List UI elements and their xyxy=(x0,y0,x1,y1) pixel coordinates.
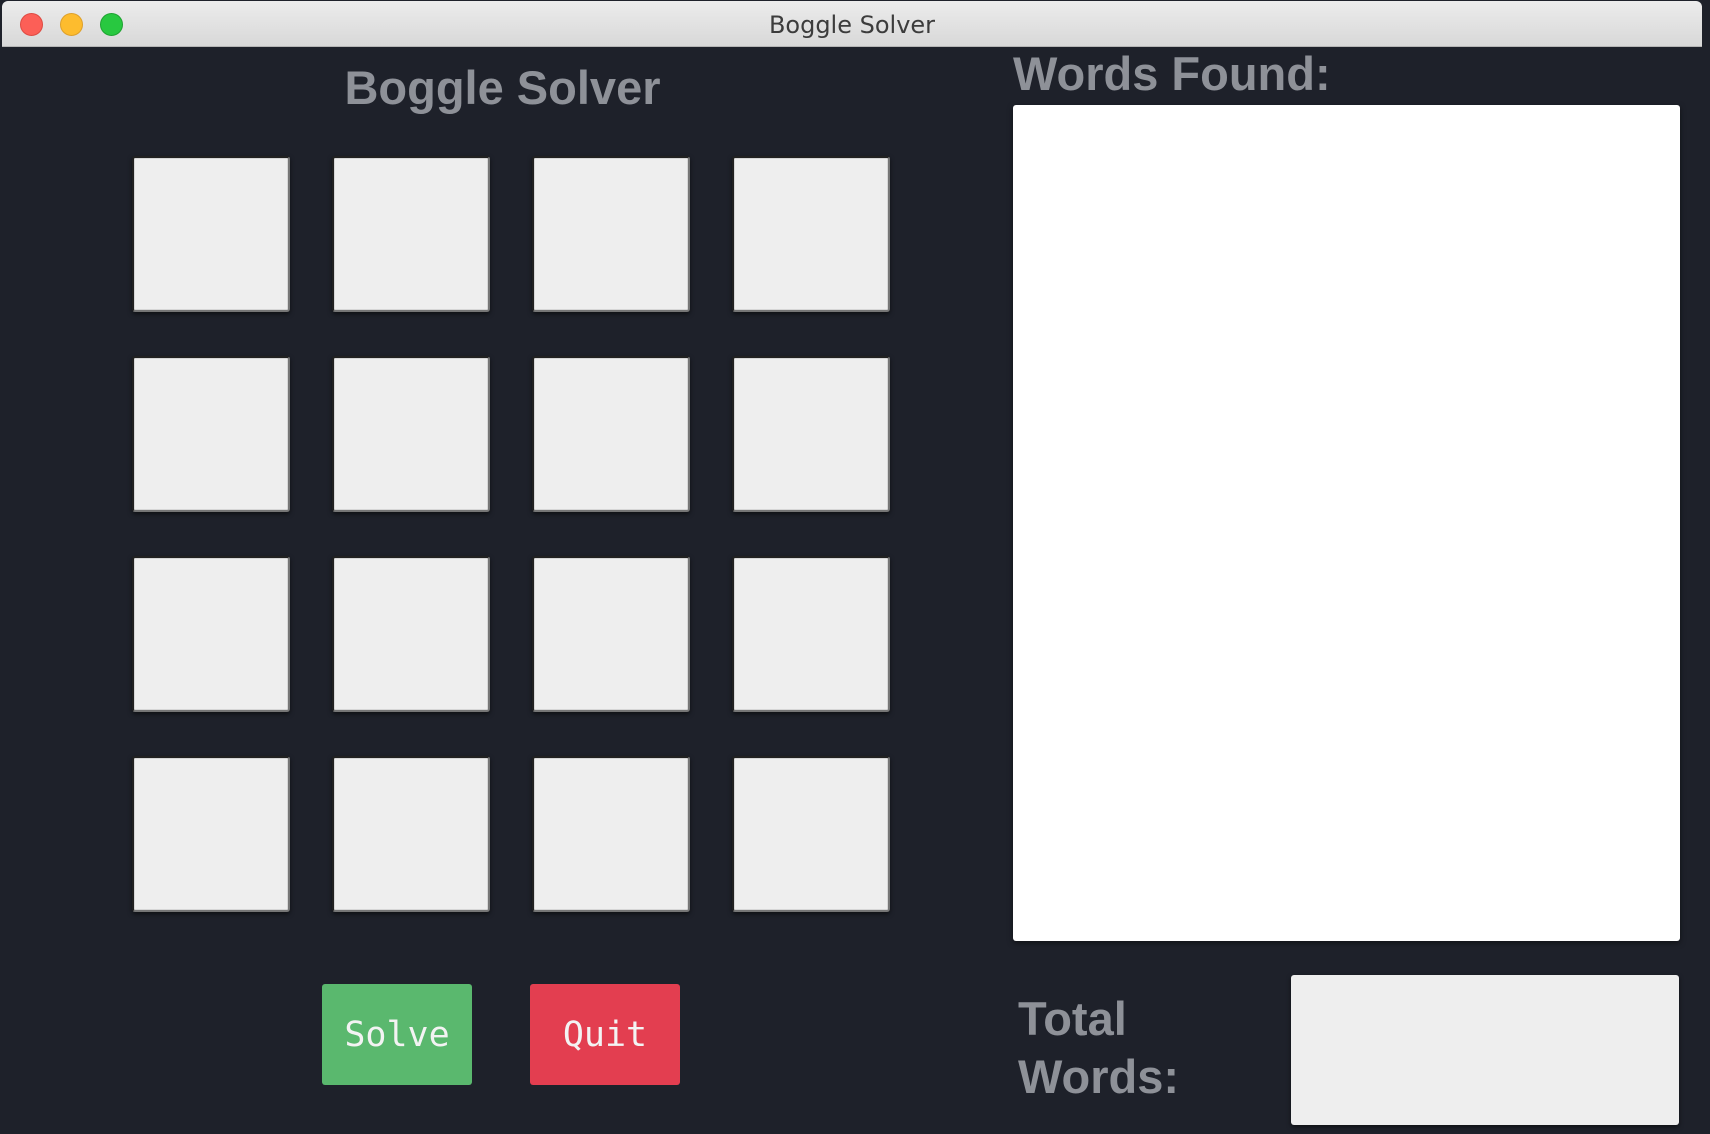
page-title: Boggle Solver xyxy=(344,61,661,114)
board-tile[interactable] xyxy=(132,756,290,912)
board-tile[interactable] xyxy=(732,756,890,912)
words-found-list[interactable] xyxy=(1013,105,1680,941)
board-tile[interactable] xyxy=(132,556,290,712)
board-tile[interactable] xyxy=(332,556,490,712)
board-tile[interactable] xyxy=(732,156,890,312)
window-titlebar: Boggle Solver xyxy=(2,1,1702,47)
board-tile[interactable] xyxy=(332,356,490,512)
window-title: Boggle Solver xyxy=(768,11,936,39)
board-tile[interactable] xyxy=(132,156,290,312)
board-tile[interactable] xyxy=(732,356,890,512)
board-tile[interactable] xyxy=(332,156,490,312)
words-found-label: Words Found: xyxy=(1013,47,1331,100)
board-tile[interactable] xyxy=(532,156,690,312)
solve-button[interactable]: Solve xyxy=(322,984,472,1085)
board-tile[interactable] xyxy=(532,356,690,512)
board-tile[interactable] xyxy=(532,556,690,712)
quit-button[interactable]: Quit xyxy=(530,984,680,1085)
board-tile[interactable] xyxy=(132,356,290,512)
board-tile[interactable] xyxy=(732,556,890,712)
total-words-field xyxy=(1291,975,1679,1125)
board-tile[interactable] xyxy=(532,756,690,912)
app-window: Boggle Solver Boggle Solver Solve Quit W… xyxy=(0,0,1710,1134)
total-words-label: Total Words: xyxy=(1018,992,1180,1103)
board-tile[interactable] xyxy=(332,756,490,912)
